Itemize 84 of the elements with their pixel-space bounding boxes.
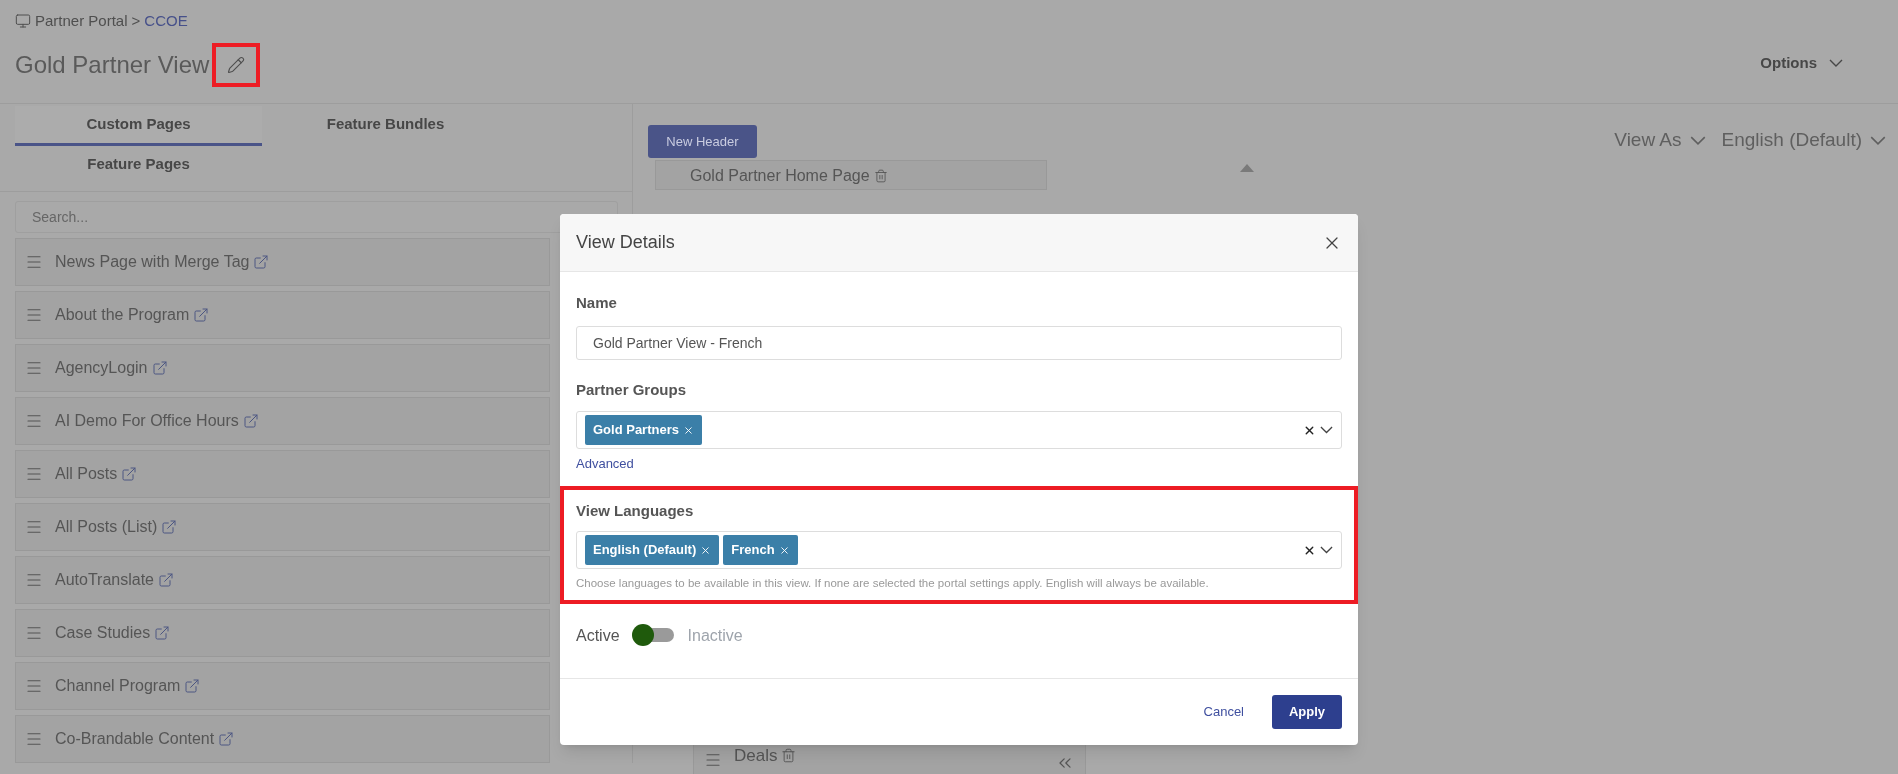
chevron-down-icon	[1870, 135, 1886, 145]
external-link-icon[interactable]	[218, 731, 235, 747]
drag-handle-icon[interactable]	[25, 677, 43, 695]
new-header-button[interactable]: New Header	[648, 125, 757, 158]
page-list-item[interactable]: Channel Program	[15, 662, 550, 710]
item-name: Deals	[734, 745, 778, 767]
external-link-icon[interactable]	[193, 307, 210, 323]
dialog-title: View Details	[576, 231, 675, 254]
multi-select-field[interactable]: Gold Partners	[576, 411, 1342, 449]
drag-handle-icon[interactable]	[704, 751, 722, 769]
remove-icon[interactable]	[700, 544, 712, 556]
page-list-item[interactable]: All Posts (List)	[15, 503, 550, 551]
page-name: All Posts (List)	[55, 517, 158, 537]
drag-handle-icon[interactable]	[25, 412, 43, 430]
drag-handle-icon[interactable]	[25, 359, 43, 377]
item-name: Gold Partner Home Page	[690, 166, 870, 186]
view-as-menu[interactable]: View As	[1614, 126, 1706, 155]
external-link-icon[interactable]	[154, 625, 171, 641]
apply-button[interactable]: Apply	[1272, 695, 1342, 729]
trash-icon[interactable]	[873, 169, 888, 183]
page-name: AgencyLogin	[55, 358, 148, 378]
chevron-down-icon	[1829, 59, 1843, 68]
remove-icon[interactable]	[778, 544, 790, 556]
selected-tag: English (Default)	[585, 535, 720, 565]
page-name: News Page with Merge Tag	[55, 252, 250, 272]
field-label: Name	[576, 293, 618, 313]
page-name: Channel Program	[55, 676, 181, 696]
trash-icon[interactable]	[781, 748, 797, 764]
tab[interactable]: Feature Bundles	[262, 106, 509, 146]
page-name: All Posts	[55, 464, 118, 484]
status-label: Inactive	[687, 626, 743, 647]
page-name: AI Demo For Office Hours	[55, 411, 239, 431]
external-link-icon[interactable]	[121, 466, 138, 482]
page-list-item[interactable]: All Posts	[15, 450, 550, 498]
breadcrumb-link[interactable]: Partner Portal	[35, 10, 128, 33]
chevron-down-icon	[1320, 546, 1333, 554]
breadcrumb-current[interactable]: CCOE	[144, 10, 188, 33]
cancel-button[interactable]: Cancel	[1195, 702, 1252, 722]
field-label: Partner Groups	[576, 379, 688, 400]
page-name: Co-Brandable Content	[55, 729, 215, 749]
drag-handle-icon[interactable]	[25, 518, 43, 536]
page-list-item[interactable]: AgencyLogin	[15, 344, 550, 392]
external-link-icon[interactable]	[151, 360, 168, 376]
drag-handle-icon[interactable]	[25, 571, 43, 589]
page-list-item[interactable]: AutoTranslate	[15, 556, 550, 604]
advanced-link[interactable]: Advanced	[576, 454, 634, 474]
page-list-item[interactable]: About the Program	[15, 291, 550, 339]
chevron-down-icon	[1320, 426, 1333, 434]
status-label: Active	[576, 626, 620, 647]
breadcrumb-separator: >	[131, 11, 141, 31]
header-item[interactable]: Gold Partner Home Page	[655, 160, 1047, 190]
page-name: AutoTranslate	[55, 570, 154, 590]
page-list-item[interactable]: Case Studies	[15, 609, 550, 657]
page-name: Case Studies	[55, 623, 151, 643]
options-menu[interactable]: Options	[1760, 52, 1843, 75]
monitor-icon	[15, 13, 31, 30]
external-link-icon[interactable]	[158, 572, 174, 588]
external-link-icon[interactable]	[161, 519, 178, 535]
page-title: Gold Partner View	[15, 49, 210, 80]
page-list-item[interactable]: AI Demo For Office Hours	[15, 397, 550, 445]
chevron-down-icon	[1689, 135, 1706, 145]
page-list-item[interactable]: News Page with Merge Tag	[15, 238, 550, 286]
scroll-up-icon[interactable]	[1240, 164, 1254, 172]
multi-select-field[interactable]: English (Default) French	[576, 531, 1342, 569]
external-link-icon[interactable]	[253, 254, 270, 270]
page-list-item[interactable]: Co-Brandable Content	[15, 715, 550, 763]
selected-tag: French	[723, 535, 798, 565]
drag-handle-icon[interactable]	[25, 624, 43, 642]
drag-handle-icon[interactable]	[25, 306, 43, 324]
drag-handle-icon[interactable]	[25, 253, 43, 271]
selected-tag: Gold Partners	[585, 415, 702, 445]
search-field[interactable]: Search...	[15, 201, 618, 233]
help-text: Choose languages to be available in this view. If none are selected the portal settings apply. English will always be available.	[576, 576, 1210, 591]
external-link-icon[interactable]	[242, 413, 259, 429]
external-link-icon[interactable]	[184, 678, 201, 694]
field-label: View Languages	[576, 500, 695, 521]
pencil-icon[interactable]	[227, 55, 246, 74]
name-field[interactable]: Gold Partner View - French	[576, 325, 1342, 360]
drag-handle-icon[interactable]	[25, 465, 43, 483]
tab[interactable]: Feature Pages	[15, 146, 262, 186]
language-menu[interactable]: English (Default)	[1721, 126, 1886, 155]
remove-icon[interactable]	[682, 424, 694, 436]
drag-handle-icon[interactable]	[25, 730, 43, 748]
page-name: About the Program	[55, 305, 190, 325]
